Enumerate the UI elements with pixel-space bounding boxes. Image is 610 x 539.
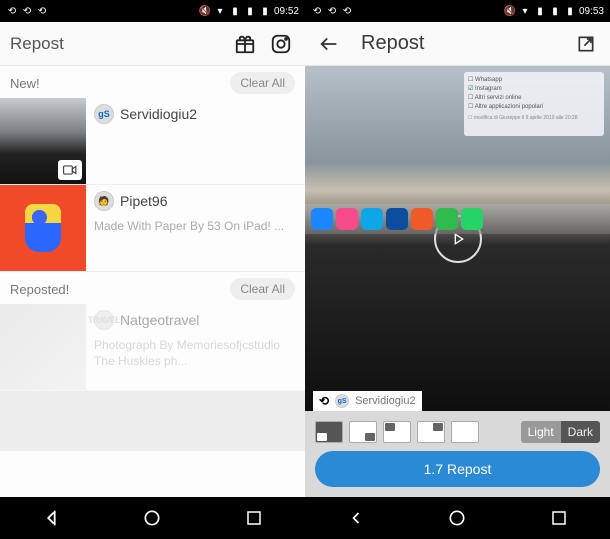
avatar: 🧑 [94, 191, 114, 211]
mute-icon: 🔇 [199, 5, 211, 17]
theme-toggle[interactable]: Light Dark [521, 421, 600, 443]
list-item[interactable]: 🧑 Pipet96 Made With Paper By 53 On iPad!… [0, 185, 305, 272]
screenshot-checklist: Whatsapp Instagram Altri servizi online … [464, 72, 604, 136]
phone-left: ⟲ ⟲ ⟲ 🔇 ▾ ▮ ▮ ▮ 09:52 Repost [0, 0, 305, 539]
repost-status-icon: ⟲ [6, 5, 18, 17]
repost-status-icon: ⟲ [326, 5, 338, 17]
section-reposted-label: Reposted! [10, 282, 69, 297]
clear-all-button[interactable]: Clear All [230, 72, 295, 94]
android-navbar [305, 497, 610, 539]
signal-icon: ▮ [229, 5, 241, 17]
repost-mark-icon: ⟲ [319, 394, 329, 408]
battery-icon: ▮ [564, 5, 576, 17]
statusbar-left: ⟲ ⟲ ⟲ 🔇 ▾ ▮ ▮ ▮ 09:52 [0, 0, 305, 22]
battery-icon: ▮ [259, 5, 271, 17]
list-item[interactable]: TRAVEL Natgeotravel Photograph By Memori… [0, 304, 305, 391]
mute-icon: 🔇 [504, 5, 516, 17]
status-time: 09:53 [579, 6, 604, 17]
header-title: Repost [10, 34, 223, 54]
mac-dock [305, 204, 610, 234]
phone-right: ⟲ ⟲ ⟲ 🔇 ▾ ▮ ▮ ▮ 09:53 Repost [305, 0, 610, 539]
username-label: Natgeotravel [120, 312, 199, 328]
nav-home-icon[interactable] [437, 508, 477, 528]
theme-light-label[interactable]: Light [521, 421, 561, 443]
nav-home-icon[interactable] [132, 508, 172, 528]
header-left: Repost [0, 22, 305, 66]
signal-icon: ▮ [549, 5, 561, 17]
wifi-icon: ▾ [519, 5, 531, 17]
repost-button[interactable]: 1.7 Repost [315, 451, 600, 487]
feed-list: New! Clear All gS Servidiogiu2 [0, 66, 305, 497]
repost-status-icon: ⟲ [341, 5, 353, 17]
nav-back-icon[interactable] [31, 507, 71, 529]
item-thumbnail [0, 185, 86, 271]
status-time: 09:52 [274, 6, 299, 17]
username-label: Servidiogiu2 [120, 106, 197, 122]
caption-text: Made With Paper By 53 On iPad! ... [94, 219, 297, 235]
signal-icon: ▮ [534, 5, 546, 17]
detail-media[interactable]: Whatsapp Instagram Altri servizi online … [305, 66, 610, 411]
clear-all-button[interactable]: Clear All [230, 278, 295, 300]
filler [0, 391, 305, 451]
repost-badge: ⟲ gS Servidiogiu2 [313, 391, 422, 411]
back-arrow-icon[interactable] [315, 30, 343, 58]
caption-text: Photograph By Memoriesofjcstudio The Hus… [94, 338, 297, 369]
repost-status-icon: ⟲ [21, 5, 33, 17]
open-external-icon[interactable] [572, 30, 600, 58]
nav-recent-icon[interactable] [539, 509, 579, 527]
badge-pos-none[interactable] [451, 421, 479, 443]
wifi-icon: ▾ [214, 5, 226, 17]
badge-pos-bottom-right[interactable] [349, 421, 377, 443]
repost-status-icon: ⟲ [311, 5, 323, 17]
header-right: Repost [305, 22, 610, 66]
repost-status-icon: ⟲ [36, 5, 48, 17]
avatar: gS [335, 394, 349, 408]
android-navbar [0, 497, 305, 539]
nav-back-icon[interactable] [336, 508, 376, 528]
username-label: Pipet96 [120, 193, 167, 209]
section-new-label: New! [10, 76, 40, 91]
repost-controls: Light Dark 1.7 Repost [305, 411, 610, 497]
item-thumbnail [0, 98, 86, 184]
gift-icon[interactable] [231, 30, 259, 58]
avatar: TRAVEL [94, 310, 114, 330]
list-item[interactable]: gS Servidiogiu2 [0, 98, 305, 185]
theme-dark-label[interactable]: Dark [561, 421, 600, 443]
badge-pos-bottom-left[interactable] [315, 421, 343, 443]
item-thumbnail [0, 304, 86, 390]
badge-username: Servidiogiu2 [355, 395, 416, 407]
instagram-icon[interactable] [267, 30, 295, 58]
video-badge-icon [58, 160, 82, 180]
nav-recent-icon[interactable] [234, 509, 274, 527]
avatar: gS [94, 104, 114, 124]
statusbar-right: ⟲ ⟲ ⟲ 🔇 ▾ ▮ ▮ ▮ 09:53 [305, 0, 610, 22]
badge-pos-top-left[interactable] [383, 421, 411, 443]
badge-pos-top-right[interactable] [417, 421, 445, 443]
signal-icon: ▮ [244, 5, 256, 17]
header-title: Repost [361, 32, 564, 55]
